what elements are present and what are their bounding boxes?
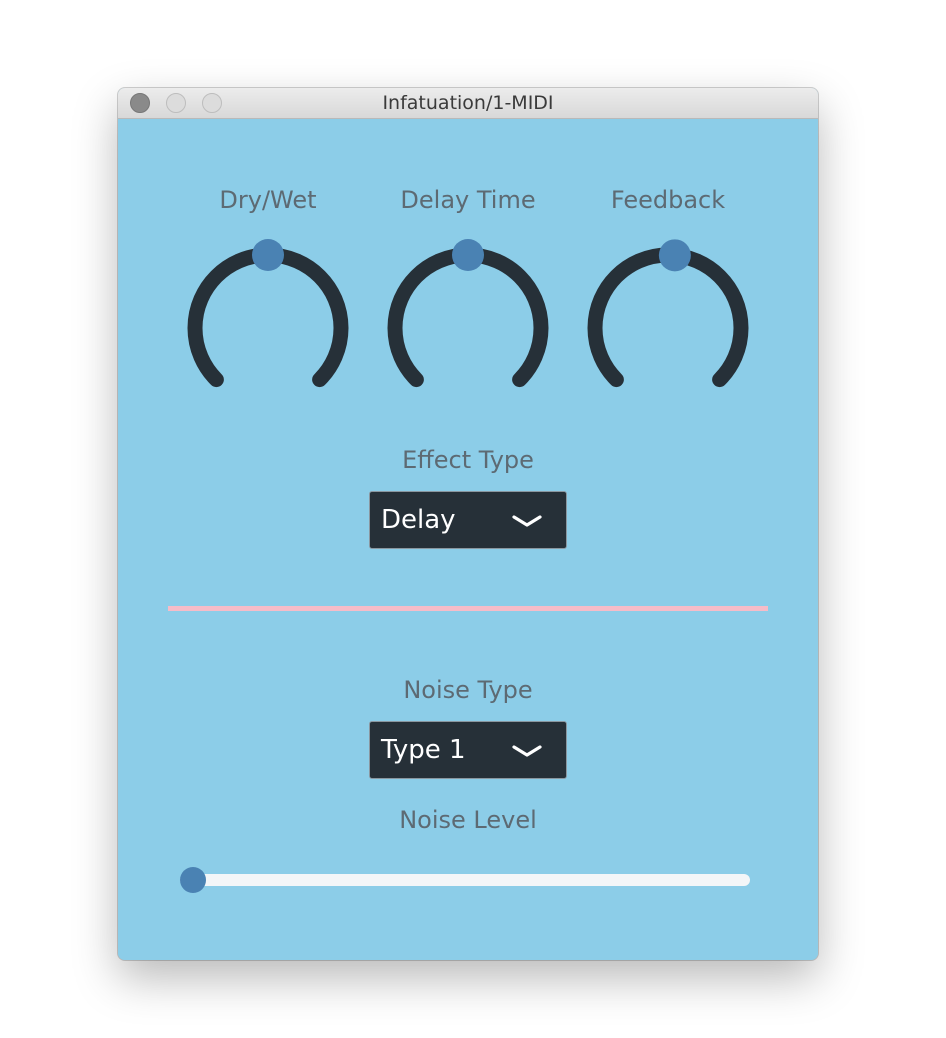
noise-level-slider-thumb[interactable]: [180, 867, 206, 893]
knob-track: [187, 247, 349, 388]
chevron-down-icon: [512, 515, 542, 527]
plugin-panel: Dry/Wet Delay Time Feedback Effect Type …: [118, 119, 818, 960]
knob-track: [587, 247, 749, 388]
dry-wet-label: Dry/Wet: [219, 186, 317, 214]
knob-thumb[interactable]: [658, 239, 691, 272]
noise-level-slider[interactable]: [180, 874, 750, 886]
delay-time-knob[interactable]: [378, 238, 558, 418]
noise-level-label: Noise Level: [399, 806, 537, 834]
noise-type-dropdown[interactable]: Type 1: [369, 721, 567, 779]
knob-track: [387, 247, 549, 388]
knob-thumb[interactable]: [252, 239, 284, 271]
noise-type-label: Noise Type: [403, 676, 533, 704]
section-divider: [168, 606, 768, 611]
effect-type-dropdown[interactable]: Delay: [369, 491, 567, 549]
knob-thumb[interactable]: [452, 239, 484, 271]
delay-time-label: Delay Time: [400, 186, 536, 214]
feedback-label: Feedback: [610, 186, 726, 214]
noise-type-value: Type 1: [381, 735, 466, 765]
window-title: Infatuation/1-MIDI: [382, 92, 554, 114]
title-bar[interactable]: Infatuation/1-MIDI: [118, 88, 818, 119]
effect-type-value: Delay: [381, 505, 456, 535]
dry-wet-knob[interactable]: [178, 238, 358, 418]
chevron-down-icon: [512, 745, 542, 757]
plugin-window: Infatuation/1-MIDI Dry/Wet Delay Time Fe…: [118, 88, 818, 960]
feedback-knob[interactable]: [578, 238, 758, 418]
effect-type-label: Effect Type: [402, 446, 534, 474]
